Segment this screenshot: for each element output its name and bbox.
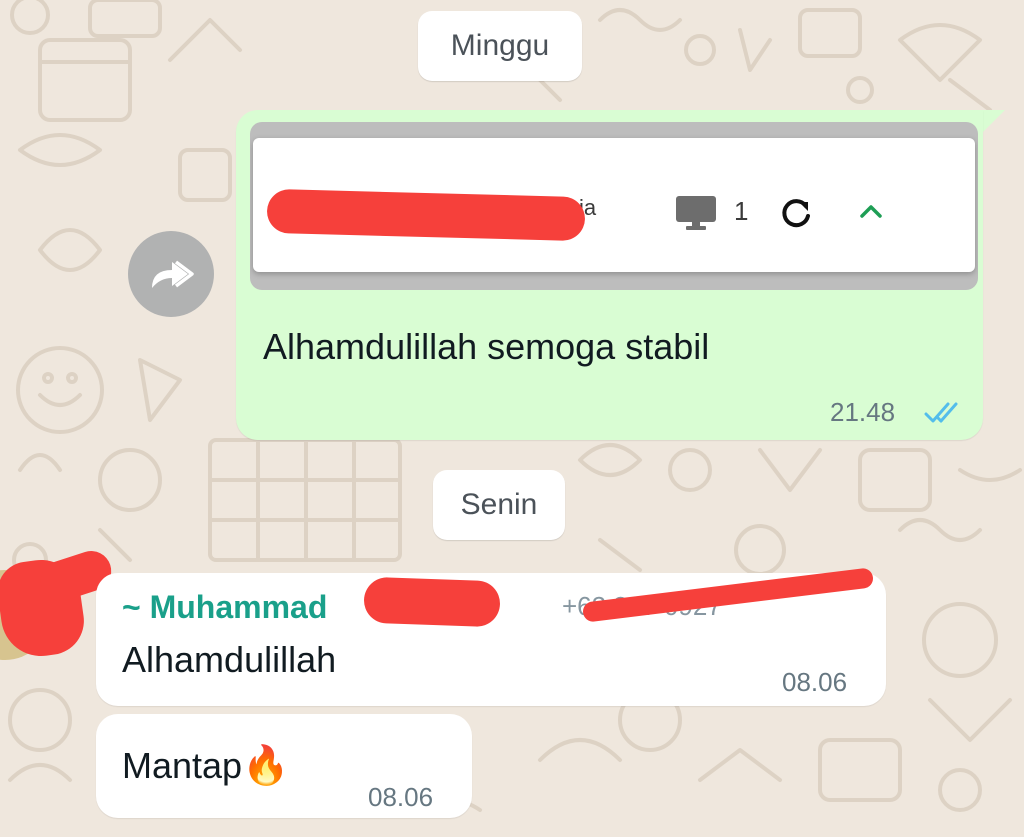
bubble-tail	[983, 110, 1005, 132]
message-time: 21.48	[830, 397, 896, 427]
outgoing-message[interactable]: xxxxxxxxxxxxxxxxxxxxxxxxxxia 1 Alhamduli…	[236, 110, 983, 440]
date-separator: Minggu	[418, 11, 582, 81]
chevron-up-icon[interactable]	[858, 202, 884, 220]
incoming-message[interactable]: Mantap🔥 08.06	[96, 714, 472, 818]
incoming-message[interactable]: ~ Muhammadxxxxx... +62 857 0927 Alhamdul…	[96, 567, 886, 706]
message-text: Mantap🔥	[122, 745, 290, 787]
device-count: 1	[734, 196, 749, 226]
redaction-mark	[363, 576, 501, 628]
message-text: Alhamdulillah semoga stabil	[263, 326, 710, 367]
preview-row: xxxxxxxxxxxxxxxxxxxxxxxxxxia 1	[253, 138, 975, 272]
forward-icon	[152, 260, 194, 288]
refresh-icon[interactable]	[779, 196, 813, 230]
redaction-mark	[266, 188, 586, 242]
message-time: 08.06	[782, 667, 848, 697]
monitor-icon	[676, 196, 716, 230]
forward-button[interactable]	[128, 231, 214, 317]
fire-emoji: 🔥	[242, 745, 290, 787]
double-check-read-icon	[924, 402, 958, 423]
shared-screenshot-preview[interactable]: xxxxxxxxxxxxxxxxxxxxxxxxxxia 1	[250, 122, 978, 290]
date-separator: Senin	[433, 470, 565, 540]
date-separator-label: Senin	[460, 488, 538, 521]
message-text: Alhamdulillah	[122, 639, 337, 680]
message-time: 08.06	[368, 782, 434, 812]
date-separator-label: Minggu	[450, 29, 550, 62]
